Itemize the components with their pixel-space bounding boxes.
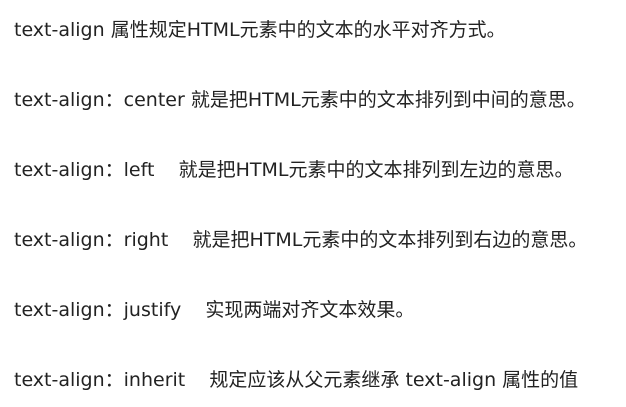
text-line-justify: text-align：justify 实现两端对齐文本效果。 [14,299,415,321]
text-line-center: text-align：center 就是把HTML元素中的文本排列到中间的意思。 [14,89,586,111]
text-line-inherit: text-align：inherit 规定应该从父元素继承 text-align… [14,369,579,391]
text-line-intro: text-align 属性规定HTML元素中的文本的水平对齐方式。 [14,19,506,41]
text-line-right: text-align：right 就是把HTML元素中的文本排列到右边的意思。 [14,229,588,251]
text-line-left: text-align：left 就是把HTML元素中的文本排列到左边的意思。 [14,159,574,181]
